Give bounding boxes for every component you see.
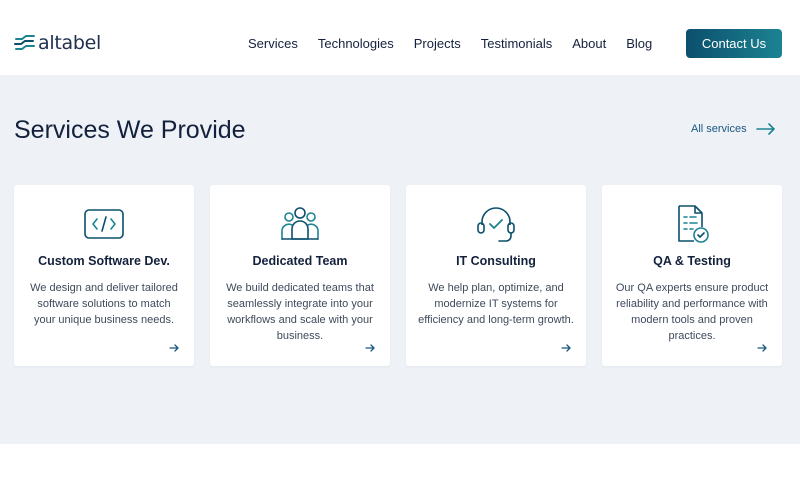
card-description: We design and deliver tailored software …: [30, 282, 178, 326]
brand-logo[interactable]: altabel: [14, 33, 101, 53]
arrow-right-icon[interactable]: [757, 343, 768, 353]
service-cards: Custom Software Dev. We design and deliv…: [14, 185, 782, 366]
nav-projects[interactable]: Projects: [414, 36, 461, 52]
card-title: Custom Software Dev.: [38, 254, 170, 268]
service-card-qa-testing[interactable]: QA & Testing Our QA experts ensure produ…: [602, 185, 782, 366]
all-services-label: All services: [691, 123, 747, 135]
checklist-icon: [678, 205, 709, 243]
arrow-right-icon[interactable]: [365, 343, 376, 353]
service-card-dedicated-team[interactable]: Dedicated Team We build dedicated teams …: [210, 185, 390, 366]
arrow-right-icon[interactable]: [561, 343, 572, 353]
nav-technologies[interactable]: Technologies: [318, 36, 394, 52]
nav-blog[interactable]: Blog: [626, 36, 652, 52]
headset-icon: [477, 207, 515, 242]
nav-services[interactable]: Services: [248, 36, 298, 52]
site-header: altabel Services Technologies Projects T…: [0, 0, 800, 75]
service-card-custom-software[interactable]: Custom Software Dev. We design and deliv…: [14, 185, 194, 366]
card-title: QA & Testing: [653, 254, 731, 268]
card-title: IT Consulting: [456, 254, 536, 268]
card-description: We help plan, optimize, and modernize IT…: [418, 282, 574, 326]
card-description: We build dedicated teams that seamlessly…: [226, 282, 374, 342]
services-section: Services We Provide All services Custom …: [0, 75, 800, 444]
team-icon: [281, 207, 319, 240]
logo-mark-icon: [14, 35, 35, 50]
brand-name: altabel: [38, 32, 101, 54]
service-card-it-consulting[interactable]: IT Consulting We help plan, optimize, an…: [406, 185, 586, 366]
contact-us-button[interactable]: Contact Us: [686, 29, 782, 58]
code-icon: [84, 209, 124, 239]
nav-about[interactable]: About: [572, 36, 606, 52]
card-description: Our QA experts ensure product reliabilit…: [615, 282, 769, 342]
section-title: Services We Provide: [14, 116, 246, 144]
arrow-right-icon[interactable]: [169, 343, 180, 353]
card-title: Dedicated Team: [252, 254, 348, 268]
main-nav: Services Technologies Projects Testimoni…: [248, 36, 652, 52]
arrow-right-icon: [755, 123, 775, 135]
nav-testimonials[interactable]: Testimonials: [481, 36, 553, 52]
all-services-link[interactable]: All services: [691, 122, 776, 136]
